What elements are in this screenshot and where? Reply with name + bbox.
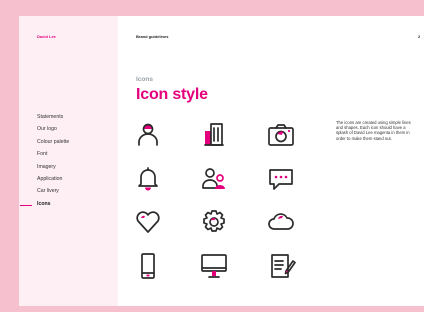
camera-icon <box>266 120 296 150</box>
user-icon <box>133 120 163 150</box>
document-title: Brand guidelines <box>136 34 169 39</box>
gear-icon <box>199 207 229 237</box>
document-edit-icon <box>266 251 296 281</box>
sidebar-item-font[interactable]: Font <box>37 151 69 163</box>
heart-icon <box>133 207 163 237</box>
cloud-icon <box>266 207 296 237</box>
sidebar-item-car-livery[interactable]: Car livery <box>37 188 69 200</box>
sidebar-item-application[interactable]: Application <box>37 176 69 188</box>
bell-icon <box>133 164 163 194</box>
sidebar-nav: Statements Our logo Colour palette Font … <box>37 114 69 213</box>
sidebar-item-icons[interactable]: Icons <box>37 201 69 213</box>
sidebar-item-our-logo[interactable]: Our logo <box>37 126 69 138</box>
chat-icon <box>266 164 296 194</box>
sidebar-item-colour-palette[interactable]: Colour palette <box>37 139 69 151</box>
icon-style-description: The icons are created using simple lines… <box>336 120 411 141</box>
page-number: 2 <box>418 34 421 39</box>
page-heading: Icon style <box>136 86 208 103</box>
building-icon <box>199 120 229 150</box>
monitor-icon <box>199 251 229 281</box>
section-label: Icons <box>136 76 153 83</box>
users-icon <box>199 164 229 194</box>
brand-guidelines-page: David Lee Brand guidelines 2 Icons Icon … <box>0 0 424 312</box>
mobile-icon <box>133 251 163 281</box>
brand-name: David Lee <box>37 34 56 39</box>
sidebar-item-statements[interactable]: Statements <box>37 114 69 126</box>
sidebar-item-imagery[interactable]: Imagery <box>37 164 69 176</box>
active-item-marker <box>20 205 32 206</box>
